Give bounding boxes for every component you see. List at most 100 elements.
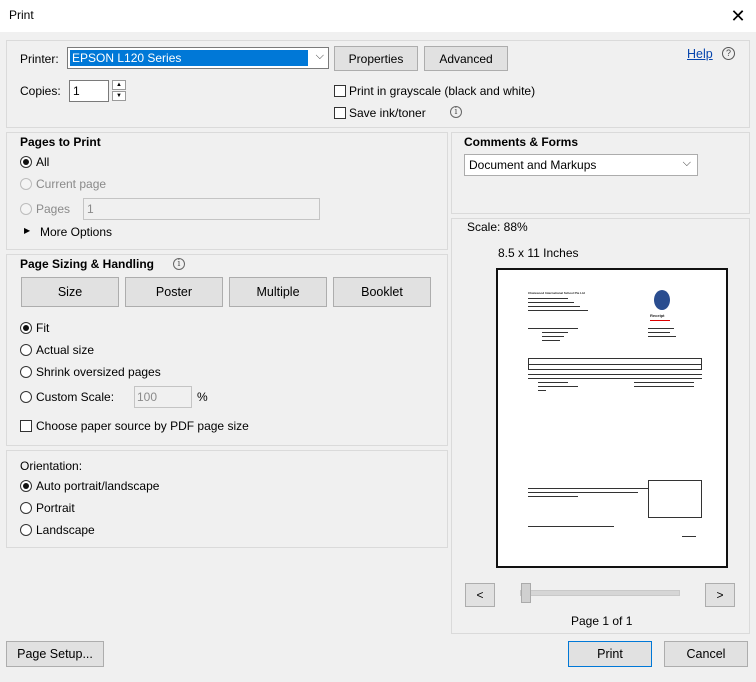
copies-down-button[interactable]: ▼ (112, 91, 126, 101)
preview-line (648, 336, 676, 337)
pages-range-radio[interactable] (20, 203, 32, 215)
preview-line (542, 336, 564, 337)
preview-school-name: Chatswood International School Pte Ltd (528, 291, 585, 295)
preview-signature-line (528, 526, 614, 527)
preview-line (648, 332, 670, 333)
title-bar (0, 0, 756, 32)
copies-up-button[interactable]: ▲ (112, 80, 126, 90)
shrink-radio[interactable] (20, 366, 32, 378)
chevron-down-icon: ⌵ (315, 50, 324, 62)
preview-items-header (528, 374, 702, 379)
preview-receipt-title: Receipt (650, 313, 665, 318)
advanced-button[interactable]: Advanced (424, 46, 508, 71)
paper-size-text: 8.5 x 11 Inches (498, 246, 579, 260)
preview-receipt-number (650, 320, 670, 321)
preview-line (634, 386, 694, 387)
preview-line (538, 390, 546, 391)
pages-to-print-heading: Pages to Print (20, 135, 101, 149)
sizing-info-icon[interactable]: i (173, 258, 185, 270)
preview-line (528, 302, 574, 303)
cancel-button[interactable]: Cancel (664, 641, 748, 667)
custom-scale-input[interactable]: 100 (134, 386, 192, 408)
copies-label: Copies: (20, 84, 61, 98)
chevron-down-icon: ⌵ (682, 157, 691, 169)
preview-line (528, 298, 568, 299)
grayscale-checkbox[interactable] (334, 85, 346, 97)
booklet-tab-button[interactable]: Booklet (333, 277, 431, 307)
shrink-label[interactable]: Shrink oversized pages (36, 365, 161, 379)
landscape-radio[interactable] (20, 524, 32, 536)
help-icon[interactable]: ? (722, 47, 735, 60)
pages-range-value: 1 (87, 202, 94, 216)
portrait-label[interactable]: Portrait (36, 501, 75, 515)
fit-label[interactable]: Fit (36, 321, 49, 335)
preview-line (528, 310, 588, 311)
grayscale-label[interactable]: Print in grayscale (black and white) (349, 84, 535, 98)
copies-value: 1 (73, 84, 80, 98)
page-setup-button[interactable]: Page Setup... (6, 641, 104, 667)
size-tab-button[interactable]: Size (21, 277, 119, 307)
multiple-tab-button[interactable]: Multiple (229, 277, 327, 307)
page-preview: Chatswood International School Pte Ltd R… (496, 268, 728, 568)
preview-line (528, 328, 578, 329)
preview-line (528, 496, 578, 497)
actual-size-label[interactable]: Actual size (36, 343, 94, 357)
preview-line (542, 340, 560, 341)
comments-heading: Comments & Forms (464, 135, 579, 149)
preview-line (528, 364, 702, 365)
copies-input[interactable]: 1 (69, 80, 109, 102)
fit-radio[interactable] (20, 322, 32, 334)
all-pages-radio[interactable] (20, 156, 32, 168)
comments-select[interactable]: Document and Markups ⌵ (464, 154, 698, 176)
page-slider-track[interactable] (520, 590, 680, 596)
auto-orientation-radio[interactable] (20, 480, 32, 492)
poster-tab-button[interactable]: Poster (125, 277, 223, 307)
custom-scale-label[interactable]: Custom Scale: (36, 390, 114, 404)
close-icon[interactable]: ✕ (726, 4, 750, 28)
printer-select[interactable]: EPSON L120 Series ⌵ (67, 47, 329, 69)
save-ink-checkbox[interactable] (334, 107, 346, 119)
preview-line (648, 328, 674, 329)
print-button[interactable]: Print (568, 641, 652, 667)
pages-range-input[interactable]: 1 (83, 198, 320, 220)
preview-line (528, 492, 638, 493)
preview-line (542, 332, 568, 333)
window-title: Print (9, 8, 34, 22)
actual-size-radio[interactable] (20, 344, 32, 356)
current-page-radio[interactable] (20, 178, 32, 190)
preview-totals-table (648, 480, 702, 518)
comments-selected-value: Document and Markups (469, 158, 597, 172)
preview-line (528, 306, 580, 307)
custom-scale-radio[interactable] (20, 391, 32, 403)
preview-line (634, 382, 694, 383)
page-slider-thumb[interactable] (521, 583, 531, 603)
pages-range-label[interactable]: Pages (36, 202, 70, 216)
page-sizing-heading: Page Sizing & Handling (20, 257, 155, 271)
preview-line (682, 536, 696, 537)
preview-logo (654, 290, 670, 310)
preview-line (538, 386, 578, 387)
scale-text: Scale: 88% (467, 220, 528, 234)
save-ink-label[interactable]: Save ink/toner (349, 106, 426, 120)
expand-triangle-icon[interactable]: ▶ (24, 226, 30, 235)
paper-source-checkbox[interactable] (20, 420, 32, 432)
preview-line (528, 488, 648, 489)
properties-button[interactable]: Properties (334, 46, 418, 71)
custom-scale-value: 100 (137, 390, 158, 404)
portrait-radio[interactable] (20, 502, 32, 514)
current-page-label[interactable]: Current page (36, 177, 106, 191)
landscape-label[interactable]: Landscape (36, 523, 95, 537)
preview-line (538, 382, 568, 383)
percent-label: % (197, 390, 208, 404)
page-indicator: Page 1 of 1 (571, 614, 633, 628)
more-options-label[interactable]: More Options (40, 225, 112, 239)
auto-orientation-label[interactable]: Auto portrait/landscape (36, 479, 159, 493)
next-page-button[interactable]: > (705, 583, 735, 607)
printer-label: Printer: (20, 52, 59, 66)
all-pages-label[interactable]: All (36, 155, 49, 169)
help-link[interactable]: Help (687, 47, 713, 61)
prev-page-button[interactable]: < (465, 583, 495, 607)
printer-selected-value: EPSON L120 Series (70, 50, 308, 66)
info-icon[interactable]: i (450, 106, 462, 118)
paper-source-label[interactable]: Choose paper source by PDF page size (36, 419, 249, 433)
